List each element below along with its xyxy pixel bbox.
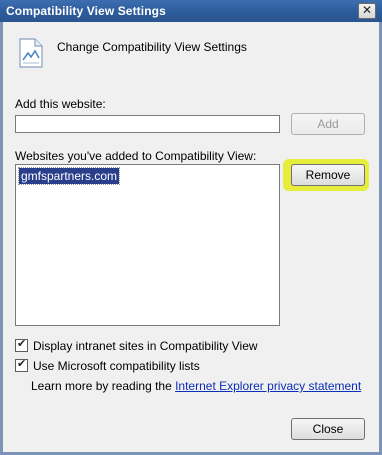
checkmark-icon: ✔ [17, 338, 27, 350]
add-website-input[interactable] [15, 115, 280, 133]
ms-lists-checkbox[interactable]: ✔ [15, 358, 28, 372]
intranet-label: Display intranet sites in Compatibility … [33, 339, 258, 353]
websites-list-label: Websites you've added to Compatibility V… [15, 149, 257, 163]
close-icon[interactable]: ✕ [358, 3, 376, 19]
privacy-statement-link[interactable]: Internet Explorer privacy statement [175, 379, 361, 393]
websites-list[interactable]: gmfspartners.com [15, 164, 280, 326]
window-title: Compatibility View Settings [6, 4, 166, 18]
header-title: Change Compatibility View Settings [57, 40, 247, 54]
intranet-checkbox[interactable]: ✔ [15, 338, 28, 352]
compatibility-view-dialog: Compatibility View Settings ✕ Change Com… [0, 0, 382, 455]
ms-lists-label: Use Microsoft compatibility lists [33, 359, 200, 373]
add-button[interactable]: Add [291, 113, 365, 135]
list-item[interactable]: gmfspartners.com [17, 167, 121, 185]
close-button[interactable]: Close [291, 418, 365, 440]
checkmark-icon: ✔ [17, 358, 27, 370]
learn-more-prefix: Learn more by reading the [31, 379, 176, 393]
remove-button[interactable]: Remove [291, 164, 365, 186]
add-website-label: Add this website: [15, 97, 106, 111]
title-bar[interactable]: Compatibility View Settings ✕ [0, 0, 382, 22]
page-settings-icon [19, 38, 43, 68]
dialog-body: Change Compatibility View Settings Add t… [3, 22, 379, 452]
learn-more-text: Learn more by reading the Internet Explo… [31, 379, 361, 393]
